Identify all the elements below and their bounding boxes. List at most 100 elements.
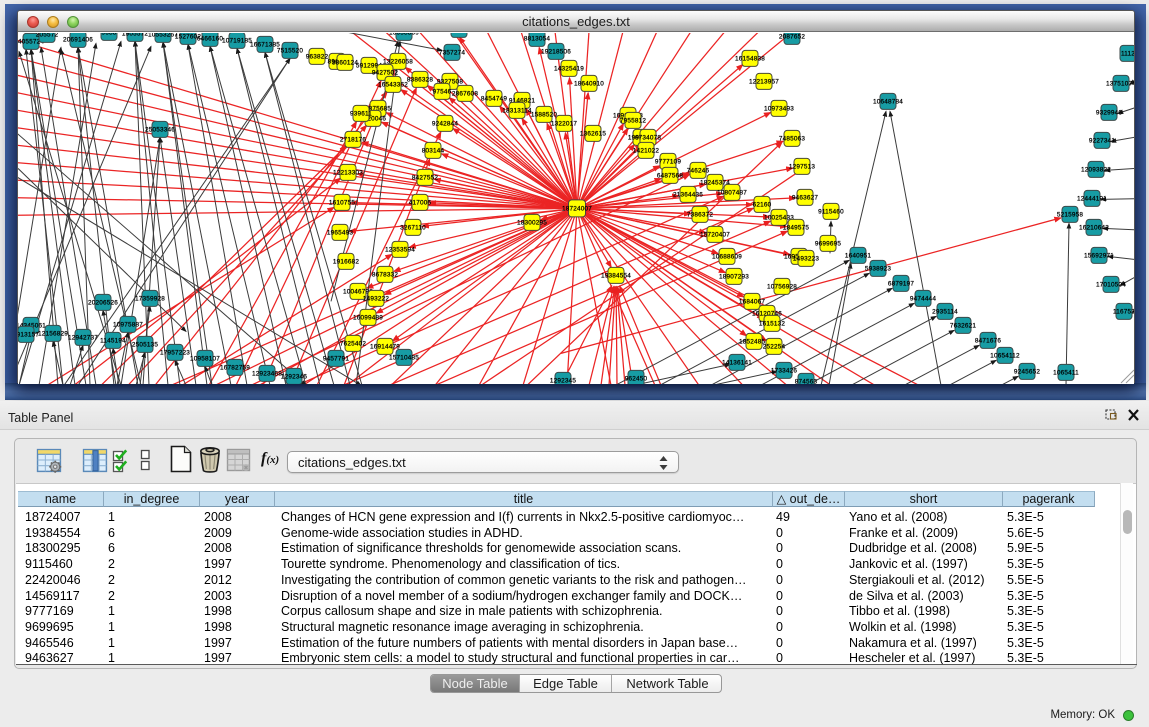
svg-text:10719185: 10719185	[222, 38, 252, 45]
svg-text:14325419: 14325419	[554, 66, 584, 73]
svg-text:1640951: 1640951	[845, 253, 872, 260]
svg-text:62160: 62160	[753, 202, 772, 209]
svg-text:205572: 205572	[36, 33, 59, 39]
svg-text:12923468: 12923468	[252, 371, 282, 378]
svg-text:16543362: 16543362	[378, 82, 408, 89]
svg-text:12213303: 12213303	[333, 170, 363, 177]
svg-text:20206526: 20206526	[88, 300, 118, 307]
svg-text:15692971: 15692971	[1084, 253, 1114, 260]
svg-text:9242844: 9242844	[432, 121, 459, 128]
svg-text:939611: 939611	[350, 111, 372, 118]
svg-text:6466160: 6466160	[197, 36, 224, 43]
svg-text:3913157: 3913157	[18, 332, 39, 339]
svg-text:7515520: 7515520	[277, 48, 304, 55]
svg-text:7632621: 7632621	[950, 323, 977, 330]
svg-text:8386328: 8386328	[407, 77, 434, 84]
svg-text:16782759: 16782759	[220, 365, 250, 372]
svg-text:1905572: 1905572	[122, 33, 149, 38]
svg-text:20691406: 20691406	[63, 37, 93, 44]
svg-text:2505135: 2505135	[132, 342, 159, 349]
svg-text:15720407: 15720407	[700, 232, 730, 239]
svg-text:21364436: 21364436	[673, 192, 703, 199]
svg-text:735: 735	[453, 33, 465, 34]
svg-text:9638: 9638	[101, 33, 116, 37]
svg-text:9245652: 9245652	[1014, 369, 1041, 376]
svg-text:12353594: 12353594	[385, 247, 415, 254]
svg-text:7357274: 7357274	[439, 50, 466, 57]
svg-text:9699695: 9699695	[815, 241, 842, 248]
svg-text:963822: 963822	[306, 54, 329, 61]
svg-text:16053809: 16053809	[389, 33, 419, 37]
svg-text:10973493: 10973493	[764, 106, 794, 113]
svg-text:16210643: 16210643	[1079, 225, 1109, 232]
svg-text:8427552: 8427552	[412, 175, 439, 182]
svg-text:17957223: 17957223	[160, 350, 190, 357]
svg-text:2087652: 2087652	[779, 34, 806, 41]
svg-text:7625402: 7625402	[340, 341, 367, 348]
svg-text:417006: 417006	[409, 200, 432, 207]
svg-text:2718176: 2718176	[340, 137, 367, 144]
svg-text:17010504: 17010504	[1096, 282, 1126, 289]
svg-text:6734078: 6734078	[635, 135, 662, 142]
svg-text:10654112: 10654112	[990, 353, 1020, 360]
svg-text:15710485: 15710485	[389, 355, 419, 362]
svg-text:10958107: 10958107	[190, 356, 220, 363]
svg-text:1849575: 1849575	[783, 225, 810, 232]
svg-text:6487568: 6487568	[657, 173, 684, 180]
svg-text:1493223: 1493223	[793, 256, 820, 263]
svg-text:874563: 874563	[795, 379, 818, 384]
svg-text:1733426: 1733426	[771, 368, 798, 375]
svg-text:962450: 962450	[625, 376, 648, 383]
svg-text:1362615: 1362615	[580, 131, 607, 138]
svg-text:9457791: 9457791	[323, 356, 350, 363]
svg-text:1292346: 1292346	[281, 374, 308, 381]
svg-text:9329946: 9329946	[1096, 110, 1123, 117]
svg-text:7955812: 7955812	[620, 118, 647, 125]
svg-text:1145194: 1145194	[100, 338, 126, 345]
svg-text:14136141: 14136141	[722, 360, 752, 367]
svg-text:803144: 803144	[422, 148, 445, 155]
svg-text:9227341: 9227341	[1089, 138, 1116, 145]
svg-text:10648784: 10648784	[873, 99, 903, 106]
svg-text:6879197: 6879197	[888, 281, 915, 288]
svg-text:9463627: 9463627	[792, 195, 819, 202]
svg-text:252254: 252254	[763, 344, 786, 351]
svg-text:1965493: 1965493	[327, 230, 354, 237]
svg-text:1065411: 1065411	[1053, 370, 1079, 377]
svg-text:1916682: 1916682	[333, 259, 360, 266]
svg-text:1588520: 1588520	[531, 112, 558, 119]
svg-text:3267110: 3267110	[400, 225, 426, 232]
svg-text:2935114: 2935114	[932, 309, 958, 316]
svg-text:10807487: 10807487	[717, 190, 747, 197]
svg-text:10688609: 10688609	[712, 254, 742, 261]
svg-text:9115460: 9115460	[818, 209, 844, 216]
svg-text:19218506: 19218506	[541, 49, 571, 56]
svg-text:16099489: 16099489	[353, 315, 383, 322]
svg-text:10975887: 10975887	[113, 322, 143, 329]
svg-text:8813054: 8813054	[524, 36, 551, 43]
svg-text:2867608: 2867608	[452, 91, 479, 98]
svg-text:9427502: 9427502	[372, 70, 399, 77]
svg-text:12156829: 12156829	[38, 331, 68, 338]
svg-text:1322017: 1322017	[551, 121, 578, 128]
svg-text:116753: 116753	[1113, 309, 1134, 316]
svg-text:7485063: 7485063	[779, 136, 806, 143]
svg-text:3860124: 3860124	[332, 60, 359, 67]
svg-text:1684067: 1684067	[739, 299, 766, 306]
svg-text:12444191: 12444191	[1077, 196, 1107, 203]
svg-text:8454749: 8454749	[481, 96, 508, 103]
svg-text:25053346: 25053346	[145, 127, 175, 134]
svg-text:16671385: 16671385	[250, 42, 280, 49]
svg-text:5938923: 5938923	[865, 266, 892, 273]
svg-text:12942737: 12942737	[68, 335, 98, 342]
svg-text:1610755: 1610755	[329, 200, 356, 207]
svg-text:16154838: 16154838	[735, 56, 765, 63]
svg-text:8471676: 8471676	[975, 338, 1002, 345]
svg-text:17359928: 17359928	[135, 296, 165, 303]
svg-text:18640910: 18640910	[574, 81, 604, 88]
svg-text:12213957: 12213957	[749, 79, 779, 86]
svg-text:19384554: 19384554	[601, 273, 631, 280]
svg-text:10553267: 10553267	[148, 33, 178, 39]
svg-text:7386372: 7386372	[687, 212, 714, 219]
svg-text:1297513: 1297513	[789, 164, 816, 171]
